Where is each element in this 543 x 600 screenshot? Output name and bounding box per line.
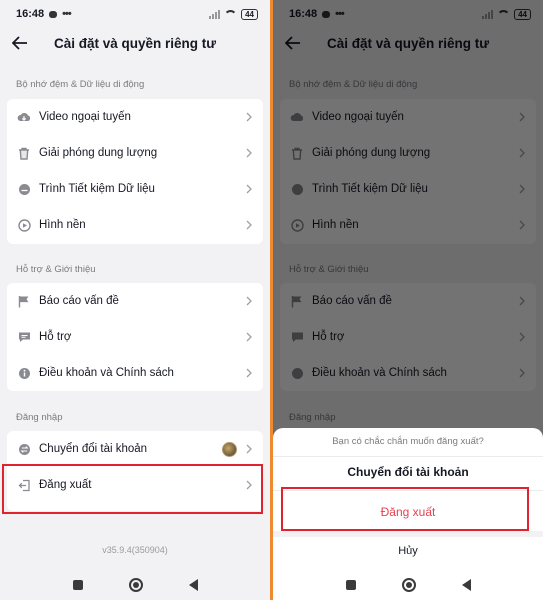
divider [273,531,543,537]
settings-screen: 16:48 ••• 44 Cài đặt và quyền riêng tư B… [0,0,270,600]
chevron-right-icon [245,183,253,195]
row-wallpaper[interactable]: Hình nền [7,207,263,243]
switch-account-button[interactable]: Chuyển đổi tài khoản [273,465,543,479]
row-label: Hình nền [39,219,86,231]
signal-icon [209,9,221,19]
status-bar: 16:48 ••• 44 [0,0,270,28]
logout-highlight-box [281,487,529,531]
app-version: v35.9.4(350904) [102,545,168,555]
avatar [222,441,237,457]
row-label: Trình Tiết kiệm Dữ liệu [39,183,155,195]
row-offline-video[interactable]: Video ngoại tuyến [7,99,263,135]
logout-question: Bạn có chắc chắn muốn đăng xuất? [332,436,484,447]
section-label-cache: Bộ nhớ đệm & Dữ liệu di động [16,79,145,90]
message-icon [49,10,58,18]
row-switch-account[interactable]: Chuyển đổi tài khoản [7,431,263,467]
back-icon[interactable] [461,579,471,591]
row-terms-policy[interactable]: Điều khoản và Chính sách [7,355,263,391]
cloud-download-icon [17,110,31,124]
home-icon[interactable] [401,578,416,592]
row-label: Video ngoại tuyến [39,111,131,123]
support-card: Báo cáo vấn đề Hỗ trợ Điều khoản và Chín… [7,283,263,391]
recents-icon[interactable] [345,580,356,590]
top-bar: Cài đặt và quyền riêng tư [0,28,270,58]
home-icon[interactable] [128,578,143,592]
chevron-right-icon [245,295,253,307]
switch-account-icon [17,442,31,456]
cancel-button[interactable]: Hủy [273,545,543,557]
row-free-up-space[interactable]: Giải phóng dung lượng [7,135,263,171]
recents-icon[interactable] [72,580,83,590]
chevron-right-icon [245,111,253,123]
section-label-login: Đăng nhập [16,412,63,423]
row-support[interactable]: Hỗ trợ [7,319,263,355]
more-dots-icon: ••• [62,8,72,20]
chat-icon [17,330,31,344]
battery-icon: 44 [241,8,258,20]
system-nav-bar [0,570,270,600]
flag-icon [17,294,31,308]
chevron-right-icon [245,331,253,343]
data-saver-icon [17,182,31,196]
divider [273,456,543,457]
cache-card: Video ngoại tuyến Giải phóng dung lượng … [7,99,263,244]
chevron-right-icon [245,367,253,379]
row-label: Giải phóng dung lượng [39,147,158,159]
back-icon[interactable] [188,579,198,591]
row-data-saver[interactable]: Trình Tiết kiệm Dữ liệu [7,171,263,207]
page-title: Cài đặt và quyền riêng tư [53,35,217,51]
section-label-support: Hỗ trợ & Giới thiệu [16,264,96,275]
back-arrow-icon[interactable] [10,33,30,53]
settings-screen-with-dialog: 16:48 ••• 44 Cài đặt và quyền riêng tư B… [273,0,543,600]
chevron-right-icon [245,443,253,455]
row-label: Hỗ trợ [39,331,72,343]
trash-icon [17,146,31,160]
wifi-icon [224,9,238,19]
logout-confirm-sheet: Bạn có chắc chắn muốn đăng xuất? Chuyển … [273,428,543,600]
row-label: Điều khoản và Chính sách [39,367,174,379]
row-label: Báo cáo vấn đề [39,295,119,307]
logout-highlight-box [2,464,263,514]
status-time: 16:48 [16,8,45,20]
chevron-right-icon [245,147,253,159]
row-report-problem[interactable]: Báo cáo vấn đề [7,283,263,319]
row-label: Chuyển đổi tài khoản [39,443,148,455]
wallpaper-icon [17,218,31,232]
info-icon [17,366,31,380]
system-nav-bar [273,570,543,600]
chevron-right-icon [245,219,253,231]
